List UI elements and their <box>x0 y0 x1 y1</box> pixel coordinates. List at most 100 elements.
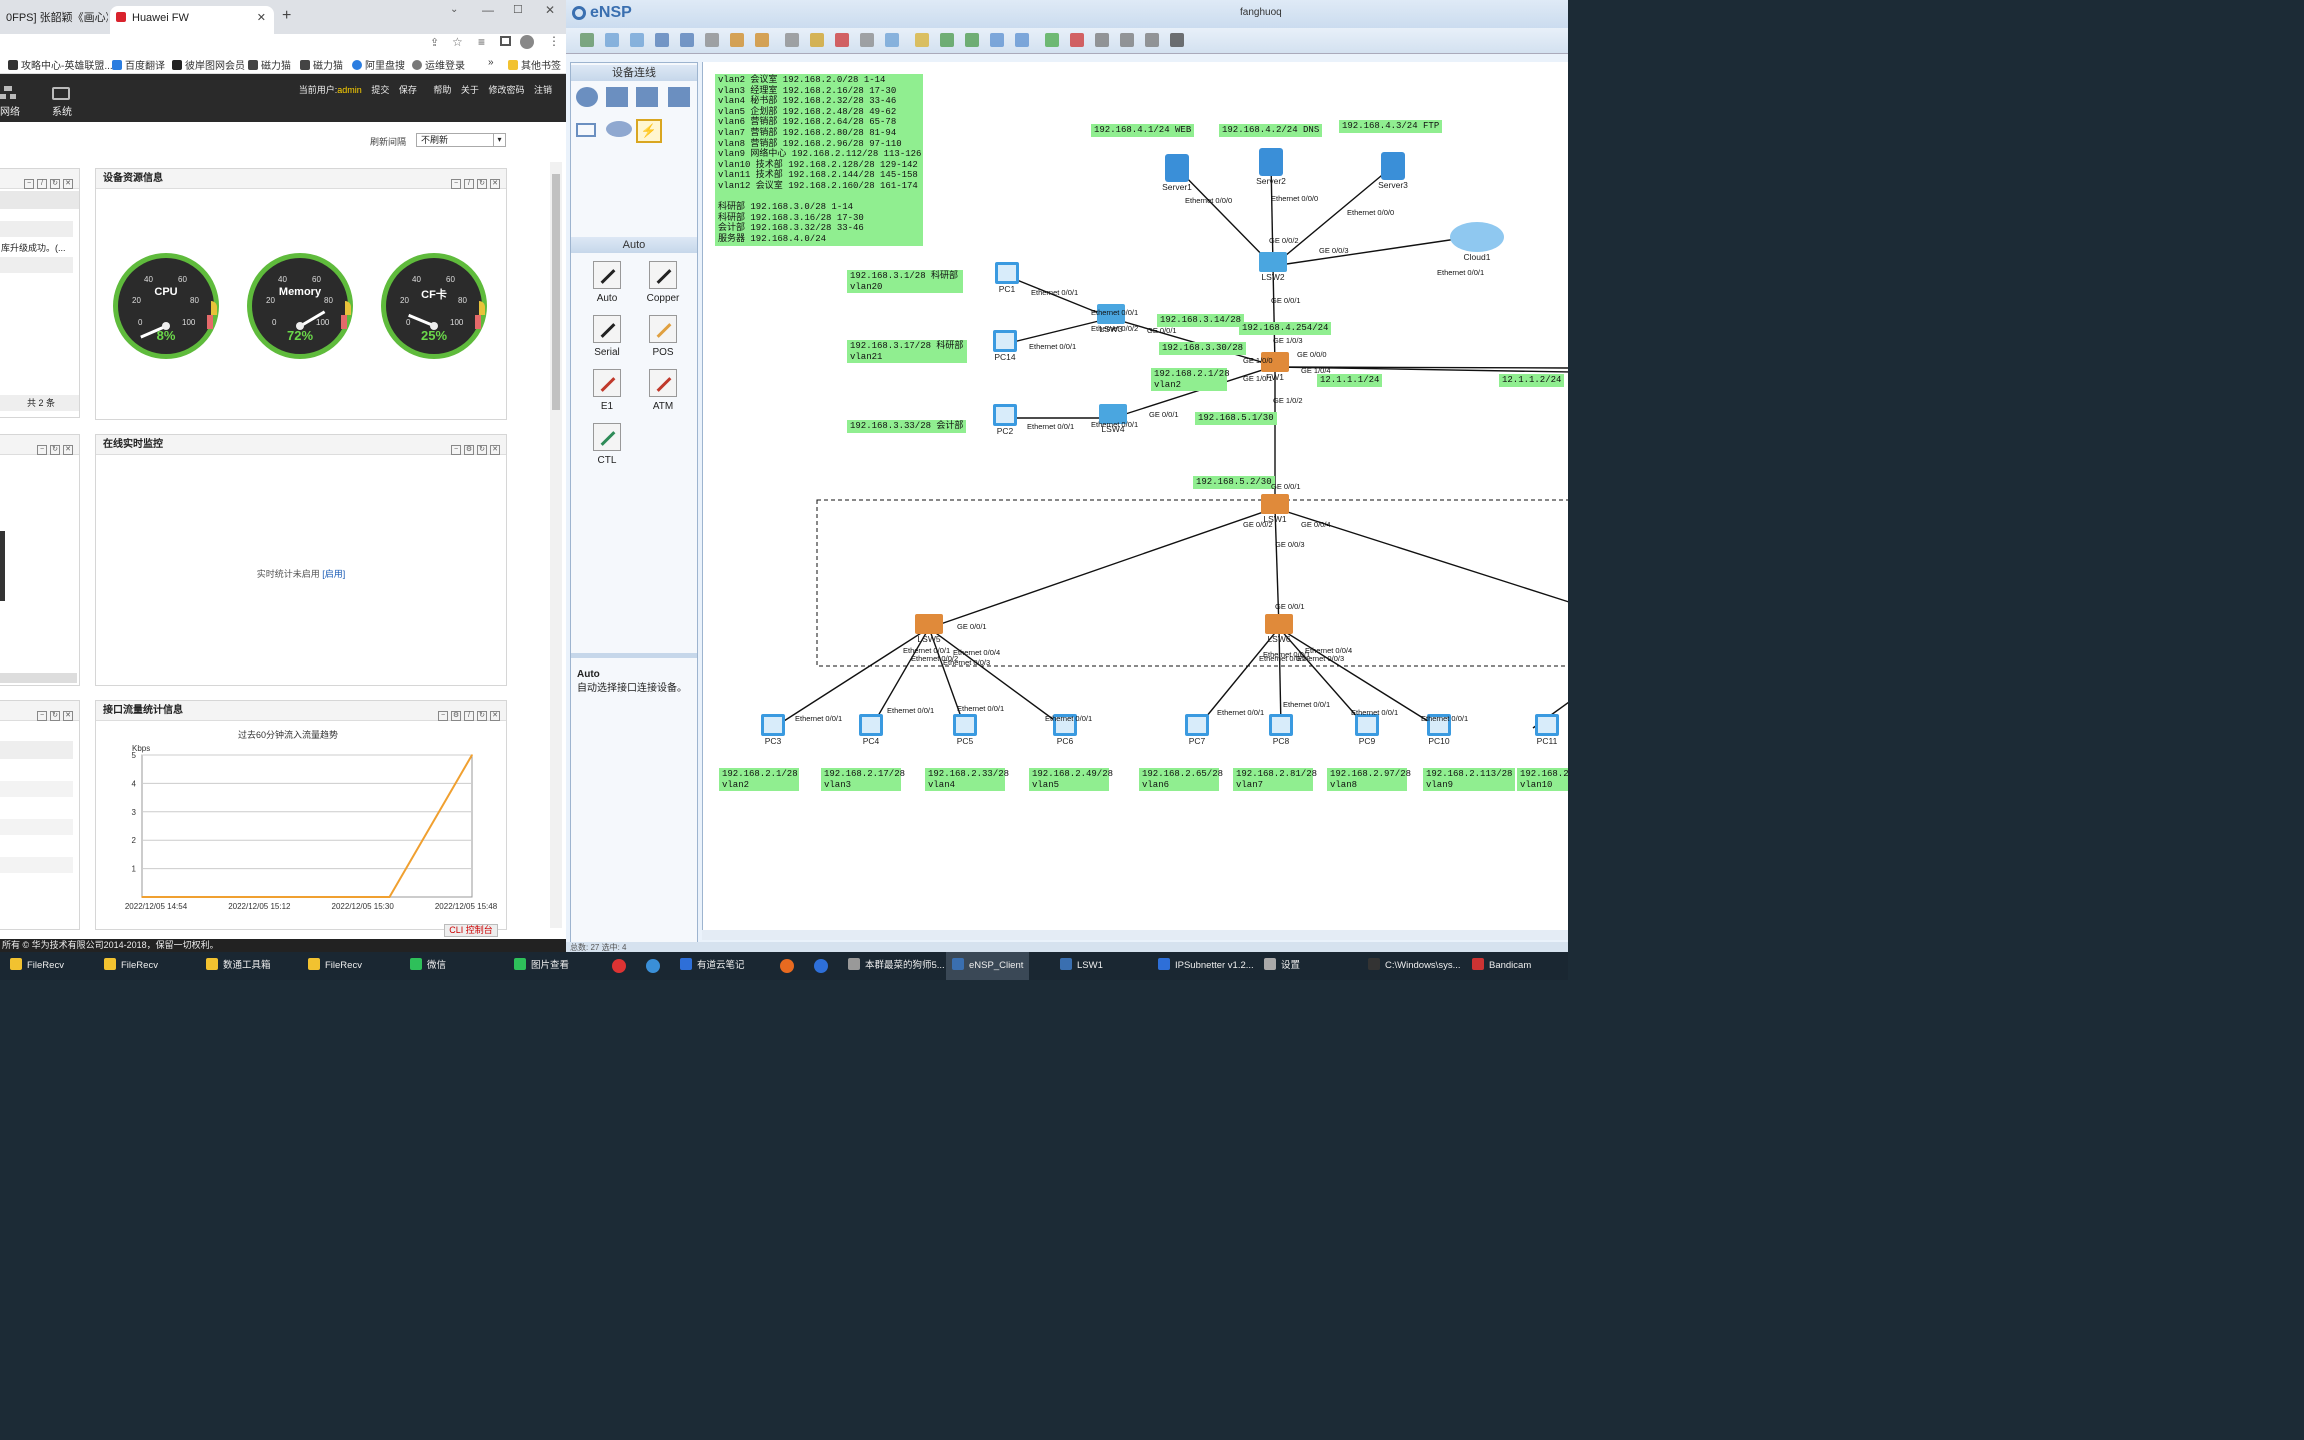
bookmark-item[interactable]: 百度翻译 <box>112 57 165 72</box>
close-icon[interactable]: ✕ <box>63 711 73 721</box>
link-lsw1-lsw5[interactable] <box>928 507 1276 629</box>
note-vlan_list[interactable]: vlan2 会议室 192.168.2.0/28 1-14 vlan3 经理室 … <box>715 74 923 246</box>
cli-icon[interactable] <box>1170 33 1184 47</box>
bookmark-item[interactable]: 彼岸图网会员 <box>172 57 245 72</box>
logout-link[interactable]: 注销 <box>534 85 552 95</box>
open-icon[interactable] <box>630 33 644 47</box>
horizontal-scrollbar[interactable] <box>0 673 77 683</box>
save-icon[interactable] <box>655 33 669 47</box>
taskbar-item[interactable]: FileRecv <box>4 952 70 980</box>
save-link[interactable]: 保存 <box>399 85 417 95</box>
delete-links-icon[interactable] <box>860 33 874 47</box>
close-icon[interactable]: ✕ <box>63 445 73 455</box>
note-pc6[interactable]: 192.168.2.49/28 vlan5 <box>1029 768 1113 792</box>
scroll-thumb[interactable] <box>0 531 5 601</box>
switch-icon[interactable] <box>606 87 628 107</box>
note-pc4[interactable]: 192.168.2.17/28 vlan3 <box>821 768 905 792</box>
taskbar-item[interactable]: 有道云笔记 <box>674 952 751 980</box>
edit-icon[interactable]: / <box>464 179 474 189</box>
close-icon[interactable]: ✕ <box>490 445 500 455</box>
taskbar-item[interactable]: FileRecv <box>98 952 164 980</box>
save-as-icon[interactable] <box>680 33 694 47</box>
refresh-icon[interactable]: ↻ <box>50 179 60 189</box>
minimize-icon[interactable]: − <box>451 179 461 189</box>
zoom-out-icon[interactable] <box>965 33 979 47</box>
wireless-icon[interactable] <box>636 87 658 107</box>
new-lab-icon[interactable] <box>605 33 619 47</box>
device-cloud1[interactable]: Cloud1 <box>1447 222 1507 262</box>
capture-icon[interactable] <box>1070 33 1084 47</box>
delete-icon[interactable] <box>835 33 849 47</box>
table-row[interactable] <box>0 221 73 237</box>
enable-link[interactable]: [启用] <box>322 569 345 579</box>
note-isp2[interactable]: 12.1.1.2/24 <box>1499 374 1565 387</box>
redo-icon[interactable] <box>755 33 769 47</box>
cable-serial[interactable]: Serial <box>577 315 637 358</box>
show-ports-icon[interactable] <box>1095 33 1109 47</box>
new-tab-button[interactable]: + <box>282 7 291 25</box>
cable-ctl[interactable]: CTL <box>577 423 637 466</box>
nav-network[interactable]: 网络 <box>0 103 20 118</box>
note-pc3[interactable]: 192.168.2.1/28 vlan2 <box>719 768 799 792</box>
table-row[interactable] <box>0 781 73 797</box>
device-pc14[interactable]: PC14 <box>981 330 1029 362</box>
note-lsw3_up[interactable]: 192.168.3.14/28 <box>1157 314 1245 327</box>
cable-auto[interactable]: Auto <box>577 261 637 304</box>
device-pc3[interactable]: PC3 <box>749 714 797 746</box>
splitter[interactable] <box>571 653 697 658</box>
hand-icon[interactable] <box>810 33 824 47</box>
pinned-app-icon[interactable] <box>646 959 660 973</box>
note-dns[interactable]: 192.168.4.2/24 DNS <box>1219 124 1323 137</box>
refresh-icon[interactable]: ↻ <box>477 179 487 189</box>
page-scrollbar[interactable] <box>550 162 562 928</box>
device-pc2[interactable]: PC2 <box>981 404 1029 436</box>
close-window-icon[interactable]: ✕ <box>545 3 555 17</box>
taskbar-item[interactable]: C:\Windows\sys... <box>1362 952 1467 980</box>
device-pc11[interactable]: PC11 <box>1523 714 1568 746</box>
topology-view-icon[interactable] <box>1145 33 1159 47</box>
bookmark-item[interactable]: 运维登录 <box>412 57 465 72</box>
pinned-app-icon[interactable] <box>814 959 828 973</box>
tab-video[interactable]: 0FPS] 张韶颖《画心》影 <box>0 6 108 34</box>
note-lsw1_ip[interactable]: 192.168.5.2/30 <box>1193 476 1275 489</box>
zoom-in-icon[interactable] <box>940 33 954 47</box>
minimize-icon[interactable]: — <box>482 3 494 17</box>
tab-huawei-fw[interactable]: Huawei FW ✕ <box>110 6 274 34</box>
tab-search-icon[interactable]: ⌄ <box>450 4 458 15</box>
grid-icon[interactable] <box>1120 33 1134 47</box>
taskbar-item[interactable]: Bandicam <box>1466 952 1537 980</box>
device-lsw4[interactable]: LSW4 <box>1089 404 1137 434</box>
bookmarks-more[interactable]: » <box>488 57 494 68</box>
firewall-icon[interactable] <box>668 87 690 107</box>
device-lsw6[interactable]: LSW6 <box>1255 614 1303 644</box>
nav-system[interactable]: 系统 <box>52 103 72 118</box>
cloud-icon[interactable] <box>606 121 632 137</box>
note-pc11[interactable]: 192.168.2. vlan10 <box>1517 768 1568 792</box>
bookmark-item[interactable]: 阿里盘搜 <box>352 57 405 72</box>
note-lsw4_gw[interactable]: 192.168.5.1/30 <box>1195 412 1277 425</box>
edit-icon[interactable]: / <box>37 179 47 189</box>
share-icon[interactable]: ⇪ <box>430 36 439 49</box>
minimize-icon[interactable]: − <box>451 445 461 455</box>
cable-atm[interactable]: ATM <box>633 369 693 412</box>
device-lsw5[interactable]: LSW5 <box>905 614 953 644</box>
note-lsw3_gw[interactable]: 192.168.3.30/28 <box>1159 342 1247 355</box>
address-bar[interactable]: ⇪ ☆ ≡ ⋮ <box>0 34 566 52</box>
close-icon[interactable]: ✕ <box>63 179 73 189</box>
note-pc8[interactable]: 192.168.2.81/28 vlan7 <box>1233 768 1317 792</box>
taskbar-item[interactable]: eNSP_Client <box>946 952 1030 980</box>
bookmark-item[interactable]: 磁力猫 <box>248 57 291 72</box>
note-pc14[interactable]: 192.168.3.17/28 科研部 vlan21 <box>847 340 967 364</box>
device-server3[interactable]: Server3 <box>1369 152 1417 190</box>
settings-icon[interactable]: ⚙ <box>451 711 461 721</box>
device-pc4[interactable]: PC4 <box>847 714 895 746</box>
undo-icon[interactable] <box>730 33 744 47</box>
maximize-icon[interactable]: ☐ <box>513 3 523 16</box>
minimize-icon[interactable]: − <box>37 445 47 455</box>
table-row[interactable] <box>0 857 73 873</box>
refresh-icon[interactable]: ↻ <box>477 445 487 455</box>
close-icon[interactable]: ✕ <box>490 711 500 721</box>
minimize-icon[interactable]: − <box>24 179 34 189</box>
device-lsw2[interactable]: LSW2 <box>1249 252 1297 282</box>
reading-list-icon[interactable]: ≡ <box>478 35 485 49</box>
